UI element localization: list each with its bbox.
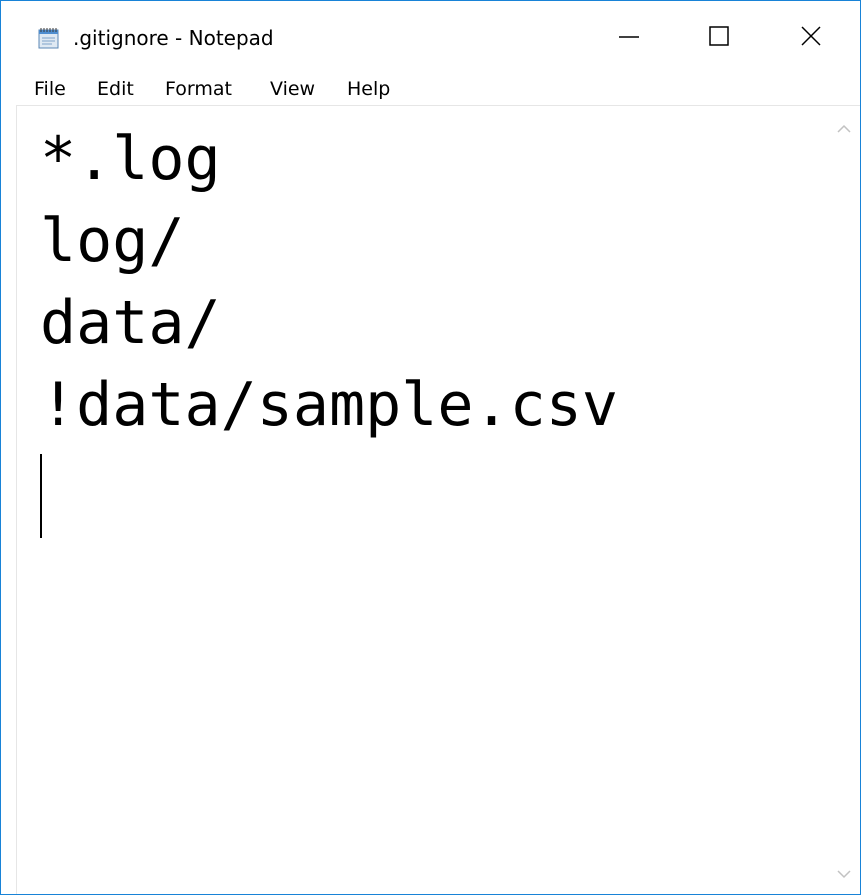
chevron-up-icon: [827, 124, 860, 150]
scroll-down-button[interactable]: [827, 855, 860, 894]
menu-format[interactable]: Format: [165, 76, 232, 102]
text-caret: [40, 454, 42, 538]
notepad-icon: [37, 27, 61, 49]
vertical-scrollbar[interactable]: [827, 106, 860, 894]
notepad-window: .gitignore - Notepad File Edit Format Vi…: [0, 0, 861, 895]
window-title: .gitignore - Notepad: [73, 26, 274, 50]
editor-content[interactable]: *.log log/ data/ !data/sample.csv: [40, 118, 618, 446]
menu-help[interactable]: Help: [347, 76, 390, 102]
maximize-button[interactable]: [676, 1, 768, 69]
text-editor[interactable]: *.log log/ data/ !data/sample.csv: [16, 105, 860, 894]
menu-view[interactable]: View: [270, 76, 315, 102]
scroll-up-button[interactable]: [827, 106, 860, 146]
minimize-button[interactable]: [584, 1, 676, 69]
menu-edit[interactable]: Edit: [97, 76, 134, 102]
title-bar[interactable]: .gitignore - Notepad: [1, 1, 860, 69]
chevron-down-icon: [827, 870, 860, 894]
menu-file[interactable]: File: [34, 76, 66, 102]
menu-bar: File Edit Format View Help: [1, 69, 860, 105]
close-button[interactable]: [768, 1, 860, 69]
